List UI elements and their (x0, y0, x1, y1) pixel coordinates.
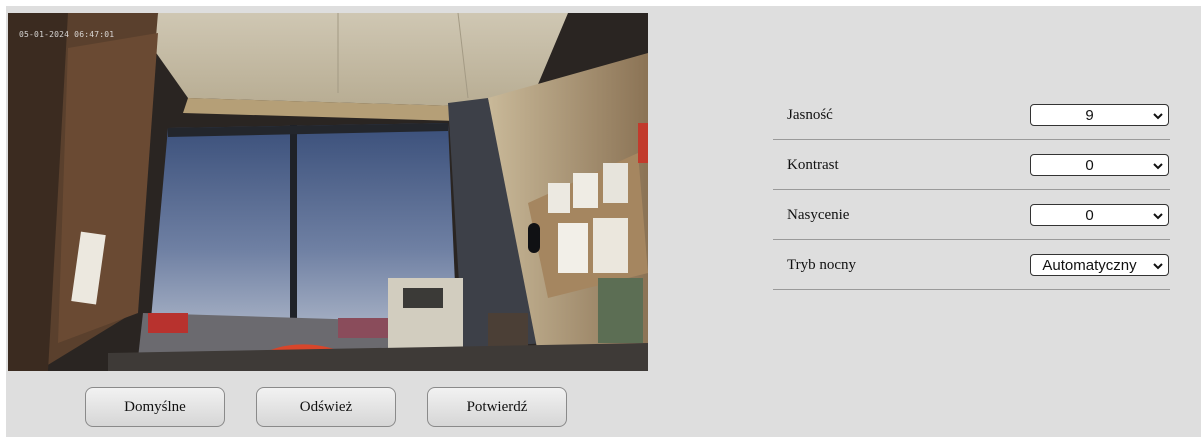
confirm-button[interactable]: Potwierdź (427, 387, 567, 427)
saturation-value: 0 (1085, 207, 1094, 224)
night-mode-select[interactable]: Automatyczny (1030, 254, 1169, 276)
refresh-button[interactable]: Odśwież (256, 387, 396, 427)
defaults-button[interactable]: Domyślne (85, 387, 225, 427)
camera-image (8, 13, 648, 371)
image-settings: Jasność 9 Kontrast 0 Nasycenie 0 Tryb no… (773, 90, 1170, 290)
chevron-down-icon (1153, 213, 1163, 220)
brightness-select[interactable]: 9 (1030, 104, 1169, 126)
saturation-label: Nasycenie (787, 207, 850, 223)
brightness-label: Jasność (787, 107, 833, 123)
chevron-down-icon (1153, 163, 1163, 170)
night-mode-value: Automatyczny (1042, 257, 1137, 274)
contrast-value: 0 (1085, 157, 1094, 174)
chevron-down-icon (1153, 113, 1163, 120)
setting-row-night-mode: Tryb nocny Automatyczny (773, 240, 1170, 290)
contrast-label: Kontrast (787, 157, 839, 173)
saturation-select[interactable]: 0 (1030, 204, 1169, 226)
setting-row-saturation: Nasycenie 0 (773, 190, 1170, 240)
camera-preview: 05-01-2024 06:47:01 (8, 13, 648, 371)
contrast-select[interactable]: 0 (1030, 154, 1169, 176)
chevron-down-icon (1153, 263, 1163, 270)
night-mode-label: Tryb nocny (787, 257, 857, 273)
camera-timestamp: 05-01-2024 06:47:01 (19, 30, 115, 39)
setting-row-contrast: Kontrast 0 (773, 140, 1170, 190)
setting-row-brightness: Jasność 9 (773, 90, 1170, 140)
brightness-value: 9 (1085, 107, 1094, 124)
